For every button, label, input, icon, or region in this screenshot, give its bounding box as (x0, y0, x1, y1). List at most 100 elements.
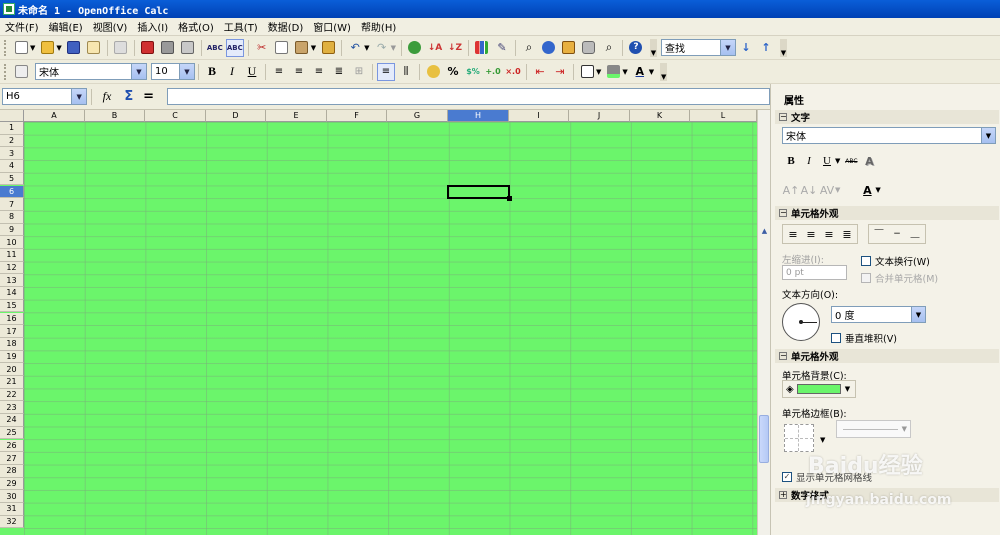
row-header[interactable]: 19 (0, 350, 24, 364)
column-header-c[interactable]: C (145, 110, 206, 122)
print-button[interactable] (159, 39, 177, 57)
row-header[interactable]: 30 (0, 490, 24, 503)
column-header-d[interactable]: D (206, 110, 266, 122)
menu-format[interactable]: 格式(O) (173, 19, 219, 34)
vertical-stack-checkbox[interactable]: 垂直堆积(V) (831, 331, 897, 345)
sidebar-font-color-button[interactable]: A (858, 181, 876, 199)
row-header[interactable]: 18 (0, 337, 24, 351)
spellcheck-button[interactable]: ABC (206, 39, 224, 57)
row-header[interactable]: 29 (0, 477, 24, 491)
toolbar-grip[interactable] (4, 63, 8, 80)
sidebar-underline-button[interactable]: U (818, 152, 836, 170)
borders-dropdown-icon[interactable]: ▼ (596, 68, 601, 76)
collapse-icon[interactable]: − (779, 352, 787, 360)
row-header[interactable]: 11 (0, 249, 24, 262)
line-style-dropdown-icon[interactable]: ▼ (902, 425, 907, 433)
expand-icon[interactable]: + (779, 491, 787, 499)
align-top-button[interactable]: ⎺ (870, 225, 888, 243)
row-header[interactable]: 22 (0, 388, 24, 402)
borders-button[interactable] (578, 63, 596, 81)
row-header[interactable]: 6 (0, 185, 24, 199)
font-color-dropdown-icon[interactable]: ▼ (649, 68, 654, 76)
open-dropdown-icon[interactable]: ▼ (56, 44, 61, 52)
cell-appearance-section2-header[interactable]: − 单元格外观 (775, 349, 999, 363)
scroll-thumb[interactable] (759, 415, 769, 463)
column-header-g[interactable]: G (387, 110, 448, 122)
menu-view[interactable]: 视图(V) (88, 19, 133, 34)
find-dropdown-icon[interactable]: ▼ (719, 40, 735, 55)
styles-button[interactable] (12, 63, 30, 81)
spacing-button[interactable]: AV (818, 181, 836, 199)
font-color-button[interactable]: A (631, 63, 649, 81)
hyperlink-button[interactable] (406, 39, 424, 57)
align-left-button[interactable]: ≡ (270, 63, 288, 81)
currency-format-button[interactable] (424, 63, 442, 81)
redo-button[interactable]: ↷ (373, 39, 391, 57)
row-header[interactable]: 5 (0, 172, 24, 186)
background-color-button[interactable] (604, 63, 622, 81)
select-all-corner[interactable] (0, 110, 24, 122)
row-header[interactable]: 28 (0, 464, 24, 478)
row-header[interactable]: 20 (0, 363, 24, 376)
menu-edit[interactable]: 编辑(E) (44, 19, 88, 34)
sidebar-italic-button[interactable]: I (800, 152, 818, 170)
row-header[interactable]: 21 (0, 376, 24, 389)
menu-file[interactable]: 文件(F) (0, 19, 44, 34)
fill-handle[interactable] (507, 196, 512, 201)
row-header[interactable]: 1 (0, 122, 24, 135)
new-document-button[interactable] (12, 39, 30, 57)
row-header[interactable]: 26 (0, 439, 24, 453)
column-header-j[interactable]: J (569, 110, 630, 122)
cell-background-picker[interactable]: ◈ ▼ (782, 380, 857, 398)
angle-combo[interactable]: 0 度 ▼ (831, 306, 926, 323)
column-header-b[interactable]: B (85, 110, 145, 122)
menu-insert[interactable]: 插入(I) (132, 19, 173, 34)
font-name-combo[interactable]: 宋体 ▼ (35, 63, 147, 80)
sidebar-shadow-button[interactable]: A (860, 152, 878, 170)
row-header[interactable]: 10 (0, 236, 24, 249)
column-header-i[interactable]: I (509, 110, 569, 122)
redo-dropdown-icon[interactable]: ▼ (391, 44, 396, 52)
sidebar-align-center-button[interactable]: ≡ (802, 225, 820, 243)
open-button[interactable] (38, 39, 56, 57)
decrease-font-button[interactable]: A↓ (800, 181, 818, 199)
undo-button[interactable]: ↶ (346, 39, 364, 57)
increase-indent-button[interactable]: ⇥ (551, 63, 569, 81)
sum-button[interactable]: Σ (120, 88, 138, 106)
text-section-header[interactable]: − 文字 (775, 110, 999, 124)
sidebar-bold-button[interactable]: B (782, 152, 800, 170)
menu-data[interactable]: 数据(D) (263, 19, 309, 34)
spacing-dropdown-icon[interactable]: ▼ (835, 186, 840, 194)
cell-background-dropdown-icon[interactable]: ▼ (845, 385, 850, 393)
row-header[interactable]: 8 (0, 210, 24, 224)
row-header[interactable]: 7 (0, 198, 24, 211)
zoom-button[interactable]: ⌕ (600, 39, 618, 57)
gallery-button[interactable] (560, 39, 578, 57)
help-button[interactable]: ? (627, 39, 645, 57)
data-sources-button[interactable] (580, 39, 598, 57)
text-direction-button[interactable]: ⫼ (397, 63, 415, 81)
paste-dropdown-icon[interactable]: ▼ (311, 44, 316, 52)
percent-format-button[interactable]: % (444, 63, 462, 81)
autospell-button[interactable]: ABC (225, 38, 244, 57)
row-header[interactable]: 13 (0, 274, 24, 288)
sidebar-font-dropdown-icon[interactable]: ▼ (981, 128, 995, 143)
font-name-dropdown-icon[interactable]: ▼ (131, 64, 146, 79)
column-header-f[interactable]: F (327, 110, 387, 122)
navigator-button[interactable] (540, 39, 558, 57)
wrap-text-checkbox[interactable]: 文本换行(W) (861, 254, 930, 268)
sidebar-strikethrough-button[interactable]: ABC (842, 152, 860, 170)
text-orientation-dial[interactable] (782, 303, 820, 341)
toolbar-grip[interactable] (4, 39, 8, 56)
undo-dropdown-icon[interactable]: ▼ (364, 44, 369, 52)
align-center-button[interactable]: ≡ (290, 63, 308, 81)
row-header[interactable]: 25 (0, 426, 24, 440)
justify-button[interactable]: ≣ (330, 63, 348, 81)
copy-button[interactable] (273, 39, 291, 57)
export-pdf-button[interactable] (139, 39, 157, 57)
paste-button[interactable] (293, 39, 311, 57)
collapse-icon[interactable]: − (779, 209, 787, 217)
name-box-dropdown-icon[interactable]: ▼ (71, 89, 87, 104)
row-header[interactable]: 2 (0, 134, 24, 148)
column-header-a[interactable]: A (24, 110, 85, 122)
